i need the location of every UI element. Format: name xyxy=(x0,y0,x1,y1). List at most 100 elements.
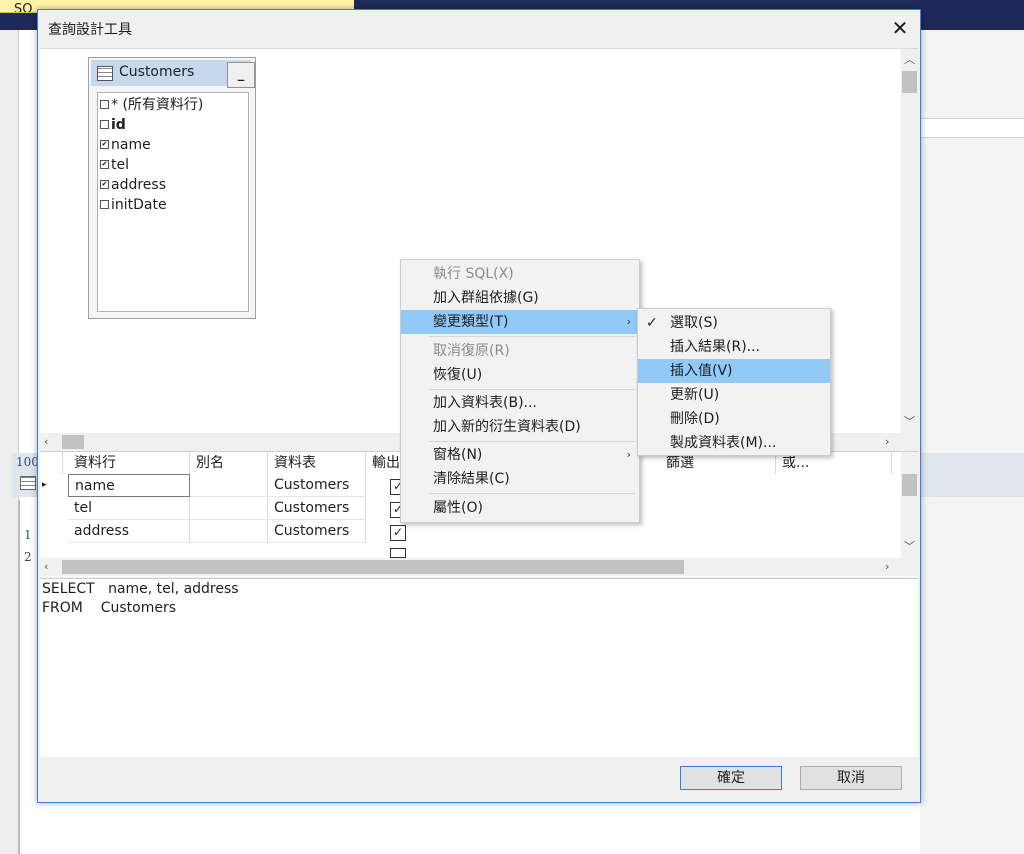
column-label: tel xyxy=(111,157,129,173)
chevron-right-icon: › xyxy=(626,315,631,328)
menu-separator xyxy=(429,441,635,442)
dialog-title: 查詢設計工具 xyxy=(48,22,132,38)
menu-separator xyxy=(429,389,635,390)
table-icon xyxy=(97,66,113,81)
grid-cell-alias[interactable] xyxy=(190,497,268,520)
ide-tab-label: SQ xyxy=(14,2,33,13)
ide-right-panel xyxy=(920,30,1024,854)
grid-cell-alias[interactable] xyxy=(190,520,268,543)
ide-editor-border xyxy=(18,500,20,854)
scroll-thumb[interactable] xyxy=(62,560,684,574)
line-number-2: 2 xyxy=(24,550,32,564)
scroll-left-icon[interactable]: ‹ xyxy=(44,560,48,573)
submenu-item-delete[interactable]: 刪除(D) xyxy=(638,407,830,431)
table-box-header[interactable]: Customers _ xyxy=(91,60,255,88)
grid-header-column[interactable]: 資料行 xyxy=(68,452,190,474)
grid-header-table[interactable]: 資料表 xyxy=(268,452,366,474)
scroll-thumb[interactable] xyxy=(62,435,84,449)
sql-text: Customers xyxy=(100,600,177,616)
ide-right-input[interactable] xyxy=(920,118,1024,138)
scroll-thumb[interactable] xyxy=(902,71,917,93)
check-icon: ✓ xyxy=(646,315,658,331)
column-list: * (所有資料行) id ✔ name ✔ tel ✔ address initDat… xyxy=(97,92,249,312)
grid-corner xyxy=(40,452,63,474)
grid-cell-table[interactable]: Customers xyxy=(268,520,366,543)
column-item[interactable]: ✔ address xyxy=(100,175,166,195)
scroll-up-icon[interactable]: ︿ xyxy=(901,51,918,67)
cancel-button[interactable]: 取消 xyxy=(800,766,902,790)
scroll-down-icon[interactable]: ﹀ xyxy=(901,538,918,554)
ok-button[interactable]: 確定 xyxy=(680,766,782,790)
menu-item-panes[interactable]: 窗格(N) › xyxy=(401,443,639,467)
close-icon[interactable]: ✕ xyxy=(886,14,914,42)
table-box-customers[interactable]: Customers _ * (所有資料行) id ✔ name ✔ tel ✔ add… xyxy=(88,57,256,319)
sql-line: FROM Customers xyxy=(42,600,176,616)
column-item[interactable]: * (所有資料行) xyxy=(100,95,203,115)
change-type-submenu: ✓ 選取(S) 插入結果(R)... 插入值(V) 更新(U) 刪除(D) 製成資… xyxy=(637,308,831,456)
menu-separator xyxy=(429,336,635,337)
column-item[interactable]: id xyxy=(100,115,126,135)
sql-pane[interactable]: SELECT name, tel, address FROM Customers xyxy=(40,578,918,757)
diagram-vscrollbar[interactable]: ︿ ﹀ xyxy=(901,49,918,433)
column-checkbox[interactable] xyxy=(100,199,109,209)
grid-vscrollbar[interactable]: ﹀ xyxy=(901,452,918,558)
grid-cell-column[interactable]: name xyxy=(68,474,190,497)
current-row-icon: ▸ xyxy=(42,480,47,490)
scroll-left-icon[interactable]: ‹ xyxy=(44,435,48,448)
menu-item-change-type[interactable]: 變更類型(T) › xyxy=(401,310,639,334)
grid-cell-column[interactable]: address xyxy=(68,520,190,543)
chevron-right-icon: › xyxy=(626,448,631,461)
output-checkbox[interactable]: ✓ xyxy=(390,525,406,541)
scroll-right-icon[interactable]: › xyxy=(885,560,889,573)
grid-cell-table[interactable]: Customers xyxy=(268,497,366,520)
menu-item-add-group-by[interactable]: 加入群組依據(G) xyxy=(401,286,639,310)
ide-left-strip xyxy=(0,30,19,854)
grid-icon[interactable] xyxy=(20,476,36,490)
menu-item-label: 變更類型(T) xyxy=(433,314,509,330)
menu-separator xyxy=(429,493,635,494)
grid-cell-table[interactable]: Customers xyxy=(268,474,366,497)
column-checkbox[interactable]: ✔ xyxy=(100,139,109,149)
grid-cell-column[interactable]: tel xyxy=(68,497,190,520)
menu-item-properties[interactable]: 屬性(O) xyxy=(401,496,639,520)
output-checkbox[interactable] xyxy=(390,548,406,558)
grid-cell-alias[interactable] xyxy=(190,474,268,497)
column-checkbox[interactable] xyxy=(100,119,109,129)
context-menu: 執行 SQL(X) 加入群組依據(G) 變更類型(T) › 取消復原(R) 恢復(… xyxy=(400,259,640,523)
menu-item-execute-sql[interactable]: 執行 SQL(X) xyxy=(401,262,639,286)
sql-text: name, tel, address xyxy=(108,581,239,597)
minimize-button[interactable]: _ xyxy=(227,62,255,88)
submenu-item-insert-results[interactable]: 插入結果(R)... xyxy=(638,335,830,359)
grid-hscrollbar[interactable]: ‹ › xyxy=(40,558,918,576)
scroll-right-icon[interactable]: › xyxy=(885,435,889,448)
scroll-thumb[interactable] xyxy=(902,474,917,496)
menu-item-add-derived-table[interactable]: 加入新的衍生資料表(D) xyxy=(401,415,639,439)
scroll-down-icon[interactable]: ﹀ xyxy=(901,413,918,429)
sql-keyword: FROM xyxy=(42,600,83,616)
column-label: address xyxy=(111,177,167,193)
column-label: id xyxy=(111,117,126,133)
submenu-item-insert-values[interactable]: 插入值(V) xyxy=(638,359,830,383)
menu-item-add-table[interactable]: 加入資料表(B)... xyxy=(401,391,639,415)
column-checkbox[interactable] xyxy=(100,99,109,109)
sql-keyword: SELECT xyxy=(42,581,95,597)
submenu-item-make-table[interactable]: 製成資料表(M)... xyxy=(638,431,830,455)
column-label: * (所有資料行) xyxy=(111,97,204,113)
menu-item-redo[interactable]: 恢復(U) xyxy=(401,363,639,387)
menu-item-label: 窗格(N) xyxy=(433,447,483,463)
column-label: name xyxy=(111,137,151,153)
column-item[interactable]: initDate xyxy=(100,195,167,215)
table-box-title: Customers xyxy=(119,64,195,80)
column-item[interactable]: ✔ name xyxy=(100,135,151,155)
menu-item-undo[interactable]: 取消復原(R) xyxy=(401,339,639,363)
menu-item-clear-results[interactable]: 清除結果(C) xyxy=(401,467,639,491)
column-checkbox[interactable]: ✔ xyxy=(100,179,109,189)
column-item[interactable]: ✔ tel xyxy=(100,155,129,175)
submenu-item-update[interactable]: 更新(U) xyxy=(638,383,830,407)
line-number-1: 1 xyxy=(24,528,32,542)
zoom-level[interactable]: 100 xyxy=(16,455,39,469)
submenu-item-label: 選取(S) xyxy=(670,315,718,331)
submenu-item-select[interactable]: ✓ 選取(S) xyxy=(638,311,830,335)
column-checkbox[interactable]: ✔ xyxy=(100,159,109,169)
grid-header-alias[interactable]: 別名 xyxy=(190,452,268,474)
